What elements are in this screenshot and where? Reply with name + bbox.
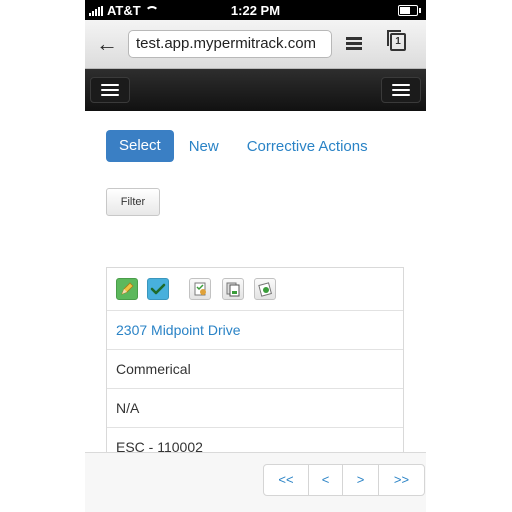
left-menu-toggle-button[interactable] bbox=[90, 77, 130, 103]
left-margin bbox=[0, 0, 85, 512]
phone-screen: AT&T 1:22 PM ← test.app.mypermitrack.com… bbox=[85, 0, 426, 512]
filter-button[interactable]: Filter bbox=[106, 188, 160, 216]
last-page-button[interactable]: >> bbox=[379, 465, 424, 495]
browser-toolbar: ← test.app.mypermitrack.com 1 bbox=[85, 20, 426, 69]
status-bar: AT&T 1:22 PM bbox=[85, 0, 426, 20]
stamp-doc-icon[interactable] bbox=[254, 278, 276, 300]
record-actions-row bbox=[107, 268, 403, 311]
view-tabs: Select New Corrective Actions bbox=[106, 130, 368, 162]
browser-menu-icon[interactable] bbox=[346, 37, 362, 50]
prev-page-button[interactable]: < bbox=[309, 465, 343, 495]
pagination: << < > >> bbox=[263, 464, 425, 496]
first-page-button[interactable]: << bbox=[264, 465, 309, 495]
battery-icon bbox=[398, 5, 421, 16]
record-field: N/A bbox=[107, 389, 403, 428]
copy-doc-icon[interactable] bbox=[222, 278, 244, 300]
browser-tabs-icon[interactable]: 1 bbox=[387, 30, 406, 51]
pagination-bar: << < > >> bbox=[85, 452, 426, 512]
right-menu-toggle-button[interactable] bbox=[381, 77, 421, 103]
url-field[interactable]: test.app.mypermitrack.com bbox=[128, 30, 332, 58]
edit-pencil-icon[interactable] bbox=[116, 278, 138, 300]
app-navbar bbox=[85, 69, 426, 111]
right-margin bbox=[427, 0, 512, 512]
checkmark-icon[interactable] bbox=[147, 278, 169, 300]
record-card: 2307 Midpoint Drive Commerical N/A ESC -… bbox=[106, 267, 404, 467]
tab-corrective-actions[interactable]: Corrective Actions bbox=[247, 138, 368, 155]
next-page-button[interactable]: > bbox=[343, 465, 379, 495]
back-arrow-icon[interactable]: ← bbox=[95, 32, 119, 56]
record-address-link[interactable]: 2307 Midpoint Drive bbox=[107, 311, 403, 350]
clock: 1:22 PM bbox=[230, 3, 281, 18]
tab-new[interactable]: New bbox=[189, 138, 219, 155]
tab-select[interactable]: Select bbox=[106, 130, 174, 162]
record-type: Commerical bbox=[107, 350, 403, 389]
checklist-doc-icon[interactable] bbox=[189, 278, 211, 300]
